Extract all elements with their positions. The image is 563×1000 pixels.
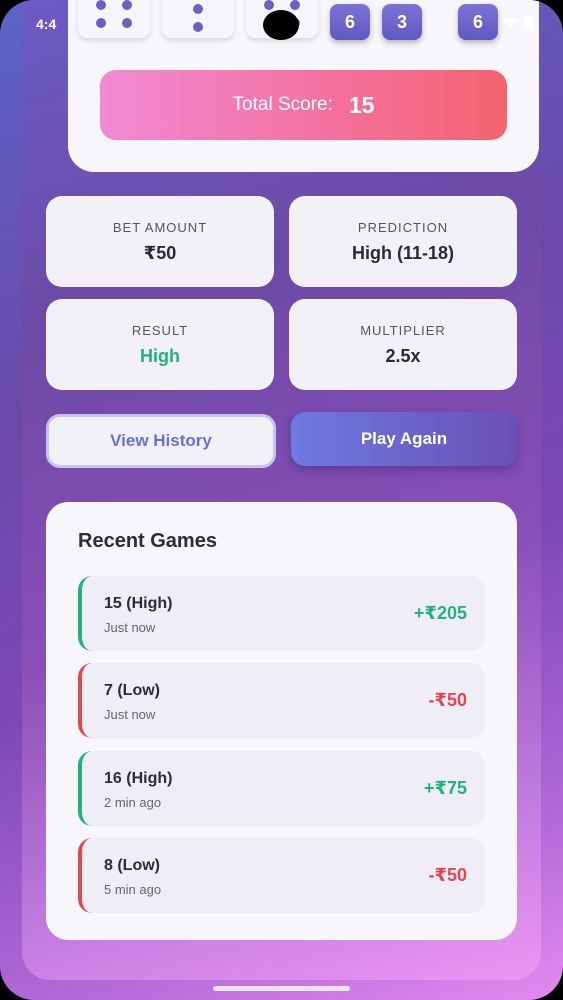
bet-amount-title: BET AMOUNT: [112, 220, 208, 235]
camera-cutout: [263, 10, 299, 40]
play-again-button[interactable]: Play Again: [291, 412, 517, 466]
status-icons: [502, 16, 533, 30]
view-history-button[interactable]: View History: [46, 414, 276, 468]
app-background: Total Score: 15 BET AMOUNT ₹50 PREDICTIO…: [22, 0, 541, 980]
total-score-banner: Total Score: 15: [100, 70, 507, 140]
game-time: 2 min ago: [104, 795, 162, 810]
game-item[interactable]: 8 (Low) 5 min ago -₹50: [78, 838, 485, 913]
game-time: 5 min ago: [104, 882, 162, 897]
game-item[interactable]: 7 (Low) Just now -₹50: [78, 663, 485, 738]
game-score: 15 (High): [104, 595, 173, 612]
die-pip: [96, 0, 106, 10]
bet-amount-card: BET AMOUNT ₹50: [46, 196, 274, 287]
status-time: 4:4: [36, 16, 57, 32]
game-item[interactable]: 16 (High) 2 min ago +₹75: [78, 751, 485, 826]
multiplier-value: 2.5x: [385, 346, 421, 366]
total-score-label: Total Score:: [232, 94, 333, 115]
game-time: Just now: [104, 620, 156, 635]
prediction-card: PREDICTION High (11-18): [289, 196, 517, 287]
game-amount: -₹50: [428, 690, 467, 710]
game-amount: +₹205: [413, 603, 467, 623]
phone-screen: Total Score: 15 BET AMOUNT ₹50 PREDICTIO…: [0, 0, 563, 1000]
total-score-value: 15: [348, 91, 375, 118]
game-score: 7 (Low): [104, 682, 160, 699]
prediction-value: High (11-18): [351, 243, 455, 263]
battery-icon: [524, 16, 533, 30]
game-time: Just now: [104, 707, 156, 722]
prediction-title: PREDICTION: [357, 220, 449, 235]
recent-games-card: Recent Games 15 (High) Just now +₹205 7 …: [46, 502, 517, 940]
game-score: 8 (Low): [104, 857, 160, 874]
result-value: High: [140, 346, 180, 366]
multiplier-card: MULTIPLIER 2.5x: [289, 299, 517, 390]
wifi-icon: [502, 17, 518, 29]
result-title: RESULT: [131, 323, 189, 338]
game-item[interactable]: 15 (High) Just now +₹205: [78, 576, 485, 651]
game-amount: -₹50: [428, 865, 467, 885]
recent-games-title: Recent Games: [78, 530, 217, 552]
result-card: RESULT High: [46, 299, 274, 390]
bet-amount-value: ₹50: [143, 243, 177, 263]
die-pip: [122, 0, 132, 10]
multiplier-title: MULTIPLIER: [360, 323, 446, 338]
die-pip: [264, 0, 274, 10]
game-amount: +₹75: [423, 778, 467, 798]
game-score: 16 (High): [104, 770, 173, 787]
home-indicator[interactable]: [213, 986, 350, 991]
die-pip: [290, 0, 300, 10]
